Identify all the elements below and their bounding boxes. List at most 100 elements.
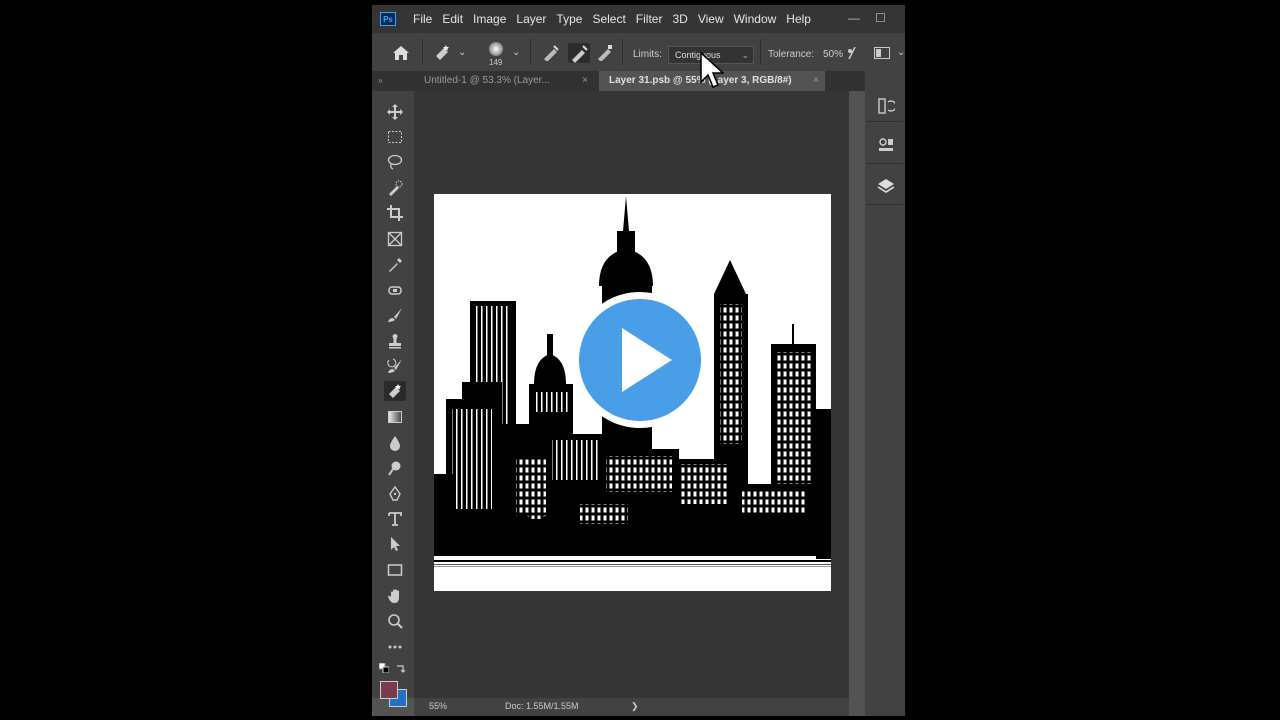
brush-icon	[388, 308, 402, 322]
pen-tool[interactable]	[384, 484, 406, 504]
properties-icon[interactable]	[877, 136, 895, 154]
maximize-button[interactable]: ☐	[875, 11, 886, 25]
mouse-cursor-icon	[700, 52, 724, 88]
type-icon	[388, 512, 402, 526]
separator	[760, 39, 761, 65]
history-brush-icon	[387, 358, 402, 373]
tab-label: Untitled-1 @ 53.3% (Layer...	[424, 75, 550, 86]
status-menu-arrow[interactable]: ❯	[631, 701, 639, 712]
right-panel-dock	[865, 71, 905, 716]
options-bar: ⌄ 149 ⌄ Limits: Contiguous ⌄ Tolerance: …	[372, 33, 905, 72]
menu-help[interactable]: Help	[781, 12, 816, 26]
close-icon[interactable]: ×	[813, 71, 819, 91]
path-select-icon	[391, 537, 400, 551]
type-tool[interactable]	[384, 509, 406, 529]
tools-panel	[372, 91, 414, 707]
separator	[622, 39, 623, 65]
minimize-button[interactable]: —	[848, 11, 860, 25]
tolerance-scrubber-icon[interactable]	[847, 47, 857, 59]
default-colors-icon[interactable]	[379, 663, 389, 673]
sample-all-icon[interactable]	[542, 45, 560, 61]
crop-tool[interactable]	[384, 203, 406, 223]
close-icon[interactable]: ×	[582, 71, 588, 91]
healing-icon	[388, 286, 402, 295]
marquee-tool[interactable]	[384, 127, 406, 147]
crop-icon	[387, 205, 403, 221]
sample-contiguous-icon[interactable]	[568, 43, 590, 63]
pen-icon	[389, 486, 401, 501]
history-brush-tool[interactable]	[384, 356, 406, 376]
menu-bar: Ps File Edit Image Layer Type Select Fil…	[372, 5, 905, 33]
separator	[422, 39, 423, 65]
stamp-tool[interactable]	[384, 331, 406, 351]
zoom-tool[interactable]	[384, 611, 406, 631]
layers-icon[interactable]	[877, 177, 895, 195]
menu-window[interactable]: Window	[729, 12, 782, 26]
rectangle-tool[interactable]	[384, 560, 406, 580]
menu-layer[interactable]: Layer	[511, 12, 551, 26]
panel-toggle-icon[interactable]	[874, 47, 890, 59]
menu-select[interactable]: Select	[587, 12, 630, 26]
hand-tool[interactable]	[384, 586, 406, 606]
brush-preview-icon[interactable]	[489, 42, 503, 56]
sample-once-icon[interactable]	[596, 45, 614, 61]
eraser-tool[interactable]	[384, 381, 406, 401]
marquee-icon	[388, 131, 402, 143]
quick-select-icon	[389, 180, 403, 196]
foreground-color-swatch[interactable]	[380, 681, 398, 699]
history-icon[interactable]	[877, 97, 895, 115]
menu-file[interactable]: File	[408, 12, 437, 26]
dodge-tool[interactable]	[384, 458, 406, 478]
quick-select-tool[interactable]	[384, 178, 406, 198]
menu-type[interactable]: Type	[551, 12, 587, 26]
dodge-icon	[388, 461, 401, 476]
rectangle-icon	[387, 564, 403, 576]
ps-logo: Ps	[380, 12, 396, 26]
tolerance-label: Tolerance:	[768, 49, 815, 60]
chevron-down-icon: ⌄	[741, 50, 749, 60]
eyedropper-icon	[389, 258, 402, 272]
menu-edit[interactable]: Edit	[437, 12, 468, 26]
eraser-icon	[389, 384, 401, 398]
video-play-icon[interactable]	[570, 290, 710, 430]
zoom-icon	[388, 614, 403, 629]
move-tool[interactable]	[384, 102, 406, 122]
frame-tool[interactable]	[384, 229, 406, 249]
menu-image[interactable]: Image	[468, 12, 511, 26]
separator	[530, 39, 531, 65]
menu-view[interactable]: View	[693, 12, 729, 26]
tab-untitled-1[interactable]: Untitled-1 @ 53.3% (Layer... ×	[414, 71, 594, 91]
lasso-tool[interactable]	[384, 152, 406, 172]
menu-filter[interactable]: Filter	[631, 12, 668, 26]
stamp-icon	[389, 334, 401, 349]
zoom-level[interactable]: 55%	[429, 701, 447, 711]
menu-3d[interactable]: 3D	[667, 12, 692, 26]
brush-chevron[interactable]: ⌄	[512, 47, 520, 58]
move-icon	[387, 104, 403, 120]
frame-icon	[387, 231, 403, 247]
lasso-icon	[387, 154, 403, 170]
more-icon	[388, 645, 402, 649]
blur-tool[interactable]	[384, 433, 406, 453]
healing-tool[interactable]	[384, 280, 406, 300]
brush-tool[interactable]	[384, 305, 406, 325]
blur-icon	[390, 436, 400, 451]
status-bar: 55% Doc: 1.55M/1.55M ❯	[414, 698, 849, 716]
home-icon[interactable]	[393, 46, 409, 60]
tabs-collapse-left[interactable]: »	[372, 71, 392, 91]
panel-divider	[867, 163, 903, 164]
hand-icon	[388, 589, 399, 603]
more-tools[interactable]	[384, 637, 406, 657]
tolerance-input[interactable]: 50%	[823, 49, 843, 60]
magic-eraser-icon[interactable]	[434, 44, 452, 60]
gradient-tool[interactable]	[384, 407, 406, 427]
options-more-chevron[interactable]: ⌄	[897, 47, 905, 58]
path-select-tool[interactable]	[384, 534, 406, 554]
swap-colors-icon[interactable]	[396, 663, 406, 673]
eyedropper-tool[interactable]	[384, 255, 406, 275]
brush-size: 149	[489, 58, 503, 67]
tool-preset-chevron[interactable]: ⌄	[458, 47, 466, 58]
document-tabs: » Untitled-1 @ 53.3% (Layer... × Layer 3…	[372, 71, 905, 91]
panel-divider	[867, 121, 903, 122]
panel-divider	[867, 204, 903, 205]
